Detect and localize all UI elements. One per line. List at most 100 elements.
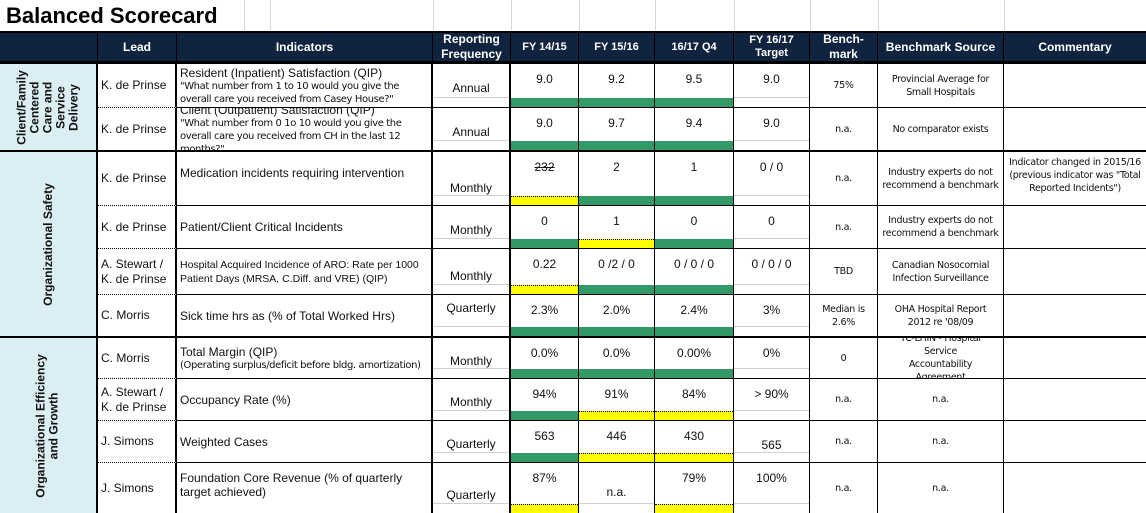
cell-divider [433, 368, 509, 369]
status-bar-yellow [511, 504, 578, 513]
cell-divider [433, 195, 509, 196]
cell-divider [433, 140, 509, 141]
value-fy1516: 9.7 [608, 116, 625, 130]
section-label: Organizational Safety [41, 183, 55, 306]
indicator-cell: Foundation Core Revenue (% of quarterly … [177, 462, 433, 513]
commentary-cell [1004, 205, 1146, 248]
value-target: 0 / 0 [759, 160, 784, 174]
cell-divider [734, 195, 809, 196]
value-cell-target: 0 / 0 [734, 150, 810, 205]
cell-divider [433, 326, 509, 327]
benchmark-cell: 0 [810, 336, 878, 378]
value-cell-fy1516: n.a. [579, 462, 655, 513]
section-label: Organizational Efficiency and Growth [34, 354, 61, 497]
value-q4: 2.4% [680, 303, 708, 317]
value-q4: 79% [681, 471, 707, 485]
status-bar-yellow [579, 411, 654, 420]
value-fy1516: 9.2 [608, 72, 625, 86]
value-cell-q4: 79% [655, 462, 734, 513]
value-fy1415: 563 [534, 429, 555, 443]
status-bar-green [655, 196, 733, 205]
value-cell-target: 100% [734, 462, 810, 513]
value-cell-target: 9.0 [734, 107, 810, 150]
status-bar-green [511, 327, 578, 336]
benchmark-cell: 75% [810, 64, 878, 107]
value-cell-fy1516: 91% [579, 378, 655, 420]
status-bar-green [511, 98, 578, 107]
value-q4: 9.5 [685, 72, 703, 86]
lead-cell: C. Morris [98, 294, 177, 336]
value-cell-q4: 2.4% [655, 294, 734, 336]
status-bar-green [655, 239, 733, 248]
indicator-cell: Sick time hrs as (% of Total Worked Hrs) [177, 294, 433, 336]
benchmark-source-cell: TC-LHIN - Hospital Service Accountabilit… [878, 336, 1004, 378]
section-label-cell: Organizational Safety [0, 150, 98, 336]
indicator-name: Total Margin (QIP) [180, 344, 278, 359]
benchmark-source-cell: No comparator exists [878, 107, 1004, 150]
page-title: Balanced Scorecard [6, 3, 218, 28]
value-q4: 1 [690, 160, 698, 174]
status-bar-green [579, 141, 654, 150]
frequency-cell: Monthly [433, 378, 511, 420]
frequency-text: Monthly [449, 354, 493, 368]
value-cell-fy1415: 94% [511, 378, 579, 420]
status-bar-yellow [579, 239, 654, 248]
frequency-text: Annual [452, 125, 490, 139]
header-commentary: Commentary [1004, 33, 1146, 61]
indicator-name: Hospital Acquired Incidence of ARO: Rate… [180, 258, 419, 285]
status-bar-green [655, 327, 733, 336]
status-bar-yellow [511, 196, 578, 205]
indicator-cell: Resident (Inpatient) Satisfaction (QIP) "… [177, 64, 433, 107]
cell-divider [734, 140, 809, 141]
indicator-cell: Patient/Client Critical Incidents [177, 205, 433, 248]
cell-divider [734, 452, 809, 453]
frequency-text: Quarterly [446, 301, 496, 315]
benchmark-source-cell: Provincial Average for Small Hospitals [878, 64, 1004, 107]
value-cell-fy1516: 446 [579, 420, 655, 462]
value-target: 100% [756, 471, 787, 485]
cell-divider [433, 503, 509, 504]
indicator-cell: Client (Outpatient) Satisfaction (QIP) "W… [177, 107, 433, 150]
value-cell-fy1415: 563 [511, 420, 579, 462]
frequency-cell: Monthly [433, 248, 511, 294]
value-cell-target: > 90% [734, 378, 810, 420]
status-bar-green [579, 369, 654, 378]
value-cell-fy1415: 87% [511, 462, 579, 513]
lead-cell: A. Stewart / K. de Prinse [98, 248, 177, 294]
status-bar-green [511, 411, 578, 420]
commentary-cell [1004, 378, 1146, 420]
lead-cell: K. de Prinse [98, 205, 177, 248]
commentary-cell [1004, 107, 1146, 150]
header-benchmark: Bench-mark [810, 32, 878, 61]
cell-divider [433, 452, 509, 453]
lead-cell: J. Simons [98, 420, 177, 462]
value-cell-q4: 9.4 [655, 107, 734, 150]
section-label-line: and Growth [47, 392, 61, 459]
cell-divider [734, 284, 809, 285]
lead-cell: K. de Prinse [98, 64, 177, 107]
header-benchmark-line1: Bench- [823, 32, 864, 46]
value-cell-fy1415: 232 [511, 150, 579, 205]
frequency-cell: Monthly [433, 150, 511, 205]
header-target-line1: FY 16/17 [749, 34, 794, 46]
benchmark-source-cell: Canadian Nosocomial Infection Surveillan… [878, 248, 1004, 294]
header-frequency-line2: Frequency [441, 47, 502, 61]
benchmark-cell: n.a. [810, 462, 878, 513]
value-cell-target: 0 [734, 205, 810, 248]
benchmark-cell: TBD [810, 248, 878, 294]
value-fy1516: 0.0% [602, 346, 631, 360]
header-frequency: Reporting Frequency [433, 32, 511, 61]
value-fy1415: 2.3% [530, 303, 559, 317]
value-fy1415: 0 [541, 214, 548, 228]
value-cell-fy1415: 0.0% [511, 336, 579, 378]
lead-cell: K. de Prinse [98, 150, 177, 205]
lead-cell: K. de Prinse [98, 107, 177, 150]
value-cell-target: 0% [734, 336, 810, 378]
cell-divider [734, 503, 809, 504]
value-cell-target: 0 / 0 / 0 [734, 248, 810, 294]
value-cell-q4: 430 [655, 420, 734, 462]
value-cell-q4: 0.00% [655, 336, 734, 378]
frequency-text: Monthly [449, 269, 493, 283]
value-cell-fy1415: 2.3% [511, 294, 579, 336]
status-bar-green [579, 196, 654, 205]
